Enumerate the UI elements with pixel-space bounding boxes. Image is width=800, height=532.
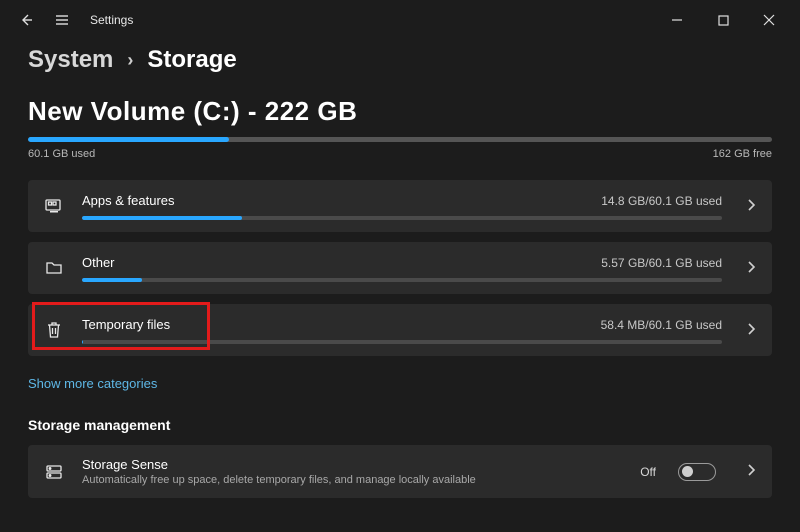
category-apps-features[interactable]: Apps & features 14.8 GB/60.1 GB used [28, 180, 772, 232]
storage-management-heading: Storage management [28, 417, 772, 433]
category-bar-fill [82, 278, 142, 282]
chevron-right-icon [746, 463, 756, 480]
category-name: Other [82, 255, 115, 270]
category-bar [82, 278, 722, 282]
volume-usage-labels: 60.1 GB used 162 GB free [28, 148, 772, 160]
breadcrumb: System › Storage [28, 46, 772, 74]
maximize-button[interactable] [700, 4, 746, 36]
minimize-icon [671, 14, 683, 26]
storage-sense-description: Automatically free up space, delete temp… [82, 474, 626, 486]
chevron-right-icon [746, 198, 756, 215]
volume-free-label: 162 GB free [713, 148, 772, 160]
storage-sense-toggle-label: Off [640, 465, 656, 479]
chevron-right-icon: › [127, 50, 133, 71]
content-area: System › Storage New Volume (C:) - 222 G… [0, 40, 800, 498]
arrow-left-icon [18, 12, 34, 28]
hamburger-icon [54, 12, 70, 28]
volume-usage-bar [28, 137, 772, 142]
category-used-label: 5.57 GB/60.1 GB used [601, 256, 722, 270]
category-bar [82, 340, 722, 344]
category-temporary-files[interactable]: Temporary files 58.4 MB/60.1 GB used [28, 304, 772, 356]
category-body: Temporary files 58.4 MB/60.1 GB used [82, 317, 722, 344]
close-icon [763, 14, 775, 26]
chevron-right-icon [746, 260, 756, 277]
storage-sense-body: Storage Sense Automatically free up spac… [82, 457, 626, 486]
apps-icon [40, 192, 68, 220]
window-title: Settings [90, 13, 133, 27]
breadcrumb-current: Storage [147, 46, 236, 74]
close-button[interactable] [746, 4, 792, 36]
category-other[interactable]: Other 5.57 GB/60.1 GB used [28, 242, 772, 294]
drive-icon [40, 458, 68, 486]
storage-sense-title: Storage Sense [82, 457, 626, 472]
volume-used-label: 60.1 GB used [28, 148, 95, 160]
show-more-categories-link[interactable]: Show more categories [28, 376, 157, 391]
category-bar [82, 216, 722, 220]
breadcrumb-parent[interactable]: System [28, 46, 113, 74]
storage-sense-toggle[interactable] [678, 463, 716, 481]
category-bar-fill [82, 340, 83, 344]
volume-title: New Volume (C:) - 222 GB [28, 96, 772, 127]
category-body: Other 5.57 GB/60.1 GB used [82, 255, 722, 282]
category-used-label: 14.8 GB/60.1 GB used [601, 194, 722, 208]
category-bar-fill [82, 216, 242, 220]
category-body: Apps & features 14.8 GB/60.1 GB used [82, 193, 722, 220]
folder-icon [40, 254, 68, 282]
trash-icon [40, 316, 68, 344]
back-button[interactable] [8, 2, 44, 38]
maximize-icon [718, 15, 729, 26]
volume-usage-bar-fill [28, 137, 229, 142]
category-name: Apps & features [82, 193, 175, 208]
toggle-knob [682, 466, 693, 477]
chevron-right-icon [746, 322, 756, 339]
storage-sense-row[interactable]: Storage Sense Automatically free up spac… [28, 445, 772, 498]
category-name: Temporary files [82, 317, 170, 332]
minimize-button[interactable] [654, 4, 700, 36]
category-list: Apps & features 14.8 GB/60.1 GB used Oth… [28, 180, 772, 356]
nav-menu-button[interactable] [44, 2, 80, 38]
title-bar: Settings [0, 0, 800, 40]
category-used-label: 58.4 MB/60.1 GB used [601, 318, 722, 332]
